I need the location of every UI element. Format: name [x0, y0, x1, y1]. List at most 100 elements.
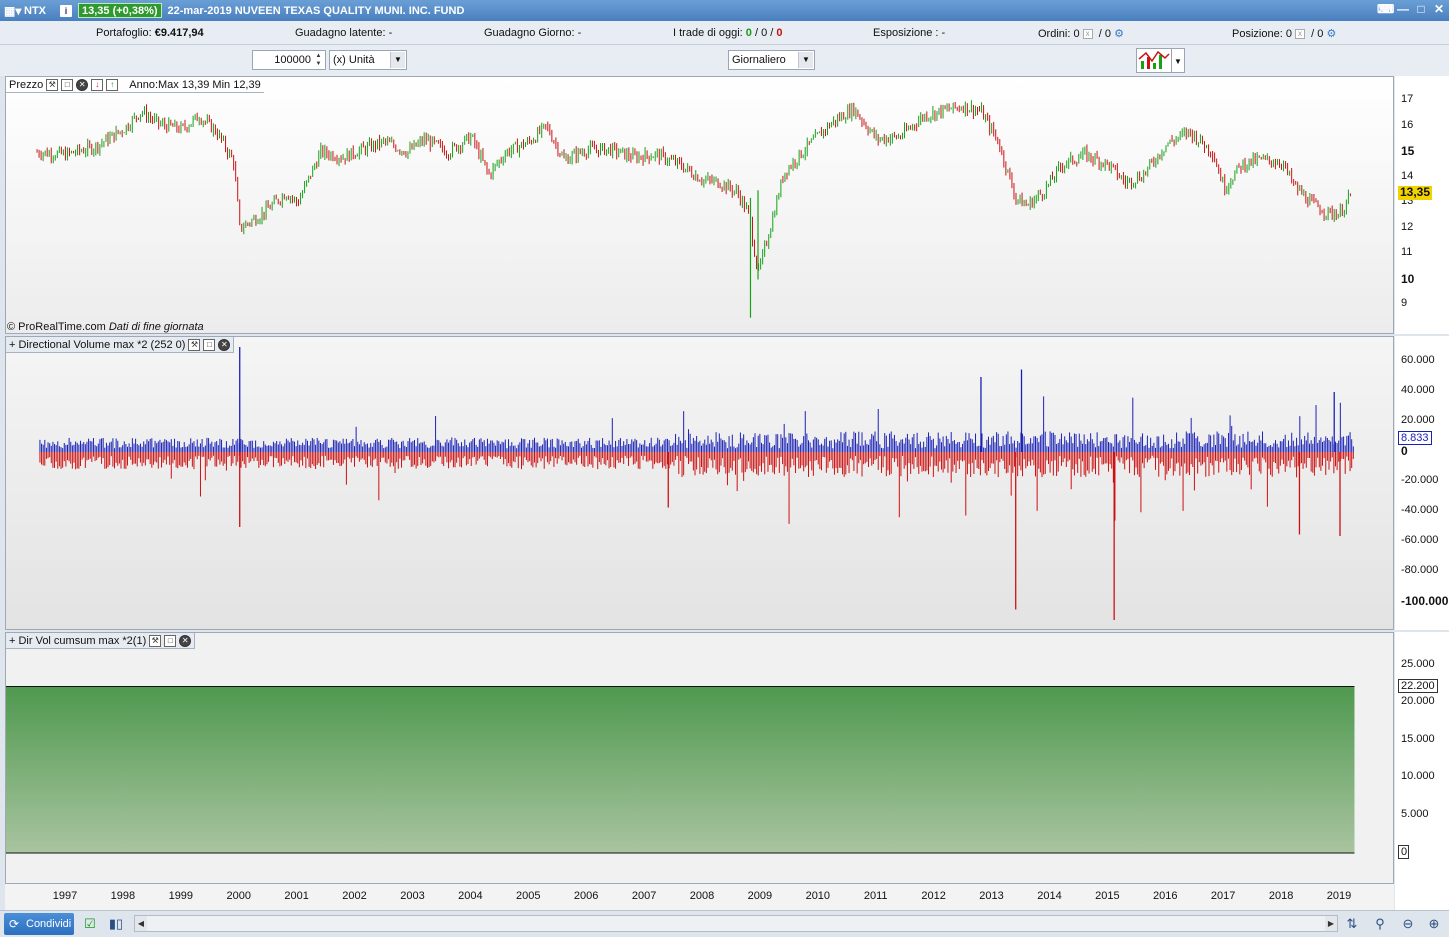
volume-tick-label: 20.000 — [1401, 414, 1435, 426]
watermark-text: © ProRealTime.com — [7, 321, 106, 333]
orders-settings-gear-icon[interactable]: ⚙ — [1114, 28, 1124, 40]
last-price-label: 13,35 — [1398, 185, 1433, 201]
window-icon[interactable]: □ — [203, 338, 216, 351]
buy-arrow-icon[interactable]: ↑ — [106, 78, 119, 91]
app-window: ▦▾ NTX i 13,35 (+0,38%) 22-mar-2019 NUVE… — [0, 0, 1449, 937]
year-tick-label: 2003 — [400, 890, 425, 902]
chevron-down-icon[interactable]: ▼ — [798, 52, 813, 68]
watermark-note: Dati di fine giornata — [108, 321, 204, 333]
price-tick-label: 11 — [1401, 246, 1413, 258]
volume-chart[interactable] — [6, 337, 1395, 629]
zoom-in-icon[interactable]: ⊕ — [1424, 914, 1444, 934]
position-info: Posizione: 0 x / 0 ⚙ — [1232, 28, 1337, 40]
year-tick-label: 2008 — [689, 890, 715, 902]
year-tick-label: 1997 — [52, 890, 78, 902]
volume-tick-label: 60.000 — [1401, 354, 1435, 366]
wrench-icon[interactable]: ⚒ — [188, 338, 201, 351]
volume-panel-header: + Directional Volume max *2 (252 0) ⚒ □ … — [6, 337, 235, 353]
checklist-icon[interactable]: ☑ — [80, 914, 100, 934]
symbol-label[interactable]: NTX — [24, 5, 46, 17]
price-panel-title: Prezzo — [9, 78, 44, 91]
orders-count-a: 0 — [1073, 28, 1080, 40]
cumsum-tick-label: 5.000 — [1401, 807, 1429, 820]
trades-count-b: 0 — [761, 27, 768, 39]
price-chart[interactable] — [6, 77, 1395, 333]
year-tick-label: 2006 — [573, 890, 599, 902]
autoscale-icon[interactable]: ⇅ — [1342, 914, 1362, 934]
chevron-down-icon[interactable]: ▼ — [390, 52, 405, 68]
year-tick-label: 2017 — [1210, 890, 1236, 902]
trades-today-label: I trade di oggi: — [673, 27, 743, 39]
unit-select[interactable]: (x) Unità ▼ — [329, 50, 407, 70]
chart-type-icon[interactable] — [1136, 48, 1172, 73]
position-settings-gear-icon[interactable]: ⚙ — [1326, 28, 1336, 40]
year-tick-label: 1998 — [110, 890, 136, 902]
day-gain-value: - — [577, 27, 582, 39]
latent-gain-info: Guadagno latente: - — [295, 27, 392, 39]
portfolio-bar: Portafoglio: €9.417,94 Guadagno latente:… — [0, 21, 1449, 45]
info-icon[interactable]: i — [60, 4, 72, 17]
quantity-spin-icon[interactable]: ▲ ▼ — [313, 52, 324, 68]
cumsum-tick-label: 10.000 — [1401, 770, 1435, 782]
year-tick-label: 2018 — [1268, 890, 1294, 902]
minimize-icon[interactable]: — — [1395, 2, 1411, 18]
year-tick-label: 2015 — [1095, 890, 1120, 902]
price-axis[interactable]: 17 16 15 14 13 12 11 10 9 — [1395, 76, 1449, 334]
cumsum-chart[interactable] — [6, 633, 1395, 883]
volume-tick-label: 40.000 — [1401, 384, 1435, 396]
scroll-left-icon[interactable]: ◀ — [135, 916, 147, 931]
timeframe-select[interactable]: Giornaliero ▼ — [728, 50, 815, 70]
wrench-icon[interactable]: ⚒ — [149, 634, 162, 647]
position-close-icon[interactable]: x — [1295, 29, 1306, 40]
position-label: Posizione: — [1232, 28, 1283, 40]
position-count-a: 0 — [1285, 28, 1292, 40]
zoom-out-icon[interactable]: ⊖ — [1398, 914, 1418, 934]
maximize-icon[interactable]: □ — [1413, 2, 1429, 18]
price-panel: Prezzo ⚒ □ ✕ ↓ ↑ Anno:Max 13,39 Min 12,3… — [5, 76, 1394, 334]
cumsum-tick-label: 20.000 — [1401, 695, 1435, 707]
price-tick-label: 16 — [1401, 118, 1414, 131]
timeframe-select-value: Giornaliero — [732, 54, 786, 66]
price-tick-label: 14 — [1401, 169, 1414, 182]
time-scrollbar[interactable]: ◀ ▶ — [134, 915, 1338, 932]
sell-arrow-icon[interactable]: ↓ — [91, 78, 104, 91]
cumsum-tick-label: 25.000 — [1401, 657, 1435, 670]
last-volume-label: 8.833 — [1398, 430, 1432, 445]
close-icon[interactable]: ✕ — [179, 634, 192, 647]
wrench-icon[interactable]: ⚒ — [46, 78, 59, 91]
year-tick-label: 2001 — [284, 890, 309, 902]
share-icon: ⟳ — [9, 917, 20, 931]
chevron-down-icon[interactable]: ▼ — [1172, 48, 1185, 73]
latent-gain-label: Guadagno latente: — [295, 27, 386, 39]
volume-tick-label: 0 — [1401, 444, 1408, 458]
year-tick-label: 2000 — [226, 890, 251, 902]
year-tick-label: 2010 — [805, 890, 831, 902]
orders-info: Ordini: 0 x / 0 ⚙ — [1038, 28, 1124, 40]
year-tick-label: 2014 — [1037, 890, 1062, 902]
window-icon[interactable]: □ — [61, 78, 74, 91]
position-count-b: 0 — [1317, 28, 1324, 40]
orders-cancel-icon[interactable]: x — [1082, 29, 1093, 40]
year-tick-label: 2005 — [516, 890, 541, 902]
window-icon[interactable]: □ — [164, 634, 177, 647]
share-button[interactable]: ⟳ Condividi — [4, 913, 74, 935]
time-axis[interactable]: 1997 1998 1999 2000 2001 2002 2003 2004 2005 2006… — [5, 884, 1394, 910]
volume-tick-label: -20.000 — [1401, 474, 1439, 486]
zoom-fit-icon[interactable]: ⚲ — [1370, 914, 1390, 934]
price-tick-label: 17 — [1401, 93, 1414, 105]
quantity-stepper[interactable]: 100000 ▲ ▼ — [252, 50, 326, 70]
keyboard-icon[interactable]: ⌨ — [1377, 2, 1394, 18]
price-tick-label: 12 — [1401, 220, 1414, 233]
share-button-label: Condividi — [26, 918, 72, 930]
candles-icon[interactable]: ▮▯ — [106, 914, 126, 934]
close-icon[interactable]: ✕ — [218, 338, 231, 351]
year-tick-label: 2012 — [921, 890, 946, 902]
close-icon[interactable]: ✕ — [76, 78, 89, 91]
volume-axis[interactable]: 60.000 40.000 20.000 0 -20.000 -40.000 -60.000… — [1395, 336, 1449, 630]
chart-app-icon[interactable]: ▦▾ — [4, 4, 22, 18]
close-icon[interactable]: ✕ — [1431, 2, 1447, 18]
portfolio-value: €9.417,94 — [154, 27, 204, 39]
cumsum-area — [6, 686, 1355, 853]
exposure-label: Esposizione : — [873, 27, 939, 39]
scroll-right-icon[interactable]: ▶ — [1325, 916, 1337, 931]
